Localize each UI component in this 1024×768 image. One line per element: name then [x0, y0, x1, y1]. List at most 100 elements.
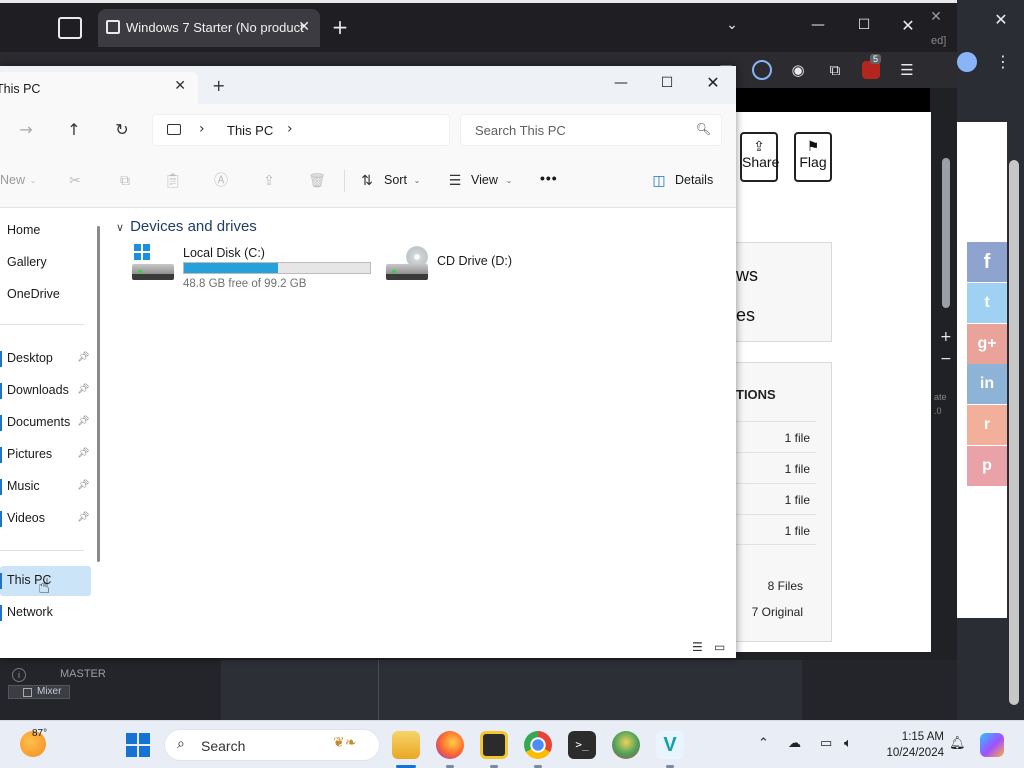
zoom-controls[interactable]: + −	[940, 326, 952, 370]
chevron-right-icon[interactable]: ›	[199, 121, 205, 137]
map-app-icon[interactable]	[612, 731, 640, 759]
firefox-icon[interactable]	[436, 731, 464, 759]
delete-icon[interactable]: 🗑︎	[308, 172, 326, 190]
terminal-icon[interactable]: >_	[568, 731, 596, 759]
info-icon[interactable]: i	[12, 668, 26, 682]
details-view-icon[interactable]: ☰	[692, 640, 703, 654]
file-row: 1 file	[736, 483, 816, 514]
nav-item-documents[interactable]: Documents 📌︎	[0, 408, 91, 438]
close-button[interactable]: ✕	[690, 69, 736, 97]
browser-maximize-button[interactable]: ☐	[852, 17, 876, 33]
facebook-share-icon[interactable]: f	[967, 242, 1007, 282]
outer-close-icon[interactable]: ✕	[928, 9, 944, 25]
flag-button[interactable]: ⚑ Flag	[794, 132, 832, 182]
tab-list-chevron-icon[interactable]: ⌄	[722, 17, 742, 33]
browser-tab[interactable]: Windows 7 Starter (No product ✕	[98, 9, 320, 47]
new-button[interactable]: New	[0, 173, 25, 187]
share-label: Share	[742, 154, 780, 170]
paste-icon[interactable]: 📋︎	[164, 172, 182, 190]
taskbar-search[interactable]: ⌕ Search ❦❧	[164, 729, 380, 761]
chevron-down-icon: ⌄	[29, 176, 37, 185]
nav-item-network[interactable]: Network	[0, 598, 91, 628]
chevron-down-icon[interactable]: ∨	[116, 221, 124, 234]
chrome-icon[interactable]	[524, 731, 552, 759]
search-input[interactable]	[475, 123, 685, 138]
pin-icon: 📌︎	[77, 512, 90, 523]
chevron-up-icon[interactable]: ⌃	[758, 736, 769, 751]
clock[interactable]: 1:15 AM 10/24/2024	[874, 729, 944, 761]
outer-partial-text: ed]	[931, 35, 947, 47]
google-plus-share-icon[interactable]: g+	[967, 324, 1007, 364]
right-app-close-icon[interactable]: ✕	[991, 10, 1011, 29]
trash-icon	[106, 20, 120, 34]
explorer-tab-title: This PC	[0, 82, 41, 96]
right-app-scrollbar[interactable]	[1009, 160, 1019, 705]
folder-icon	[0, 447, 2, 463]
cloud-icon[interactable]: ☁	[788, 736, 801, 751]
pinterest-share-icon[interactable]: p	[967, 446, 1007, 486]
share-button[interactable]: ⇪ Share	[740, 132, 780, 182]
nav-scrollbar[interactable]	[97, 226, 100, 562]
minimize-button[interactable]: —	[598, 69, 644, 97]
account-icon[interactable]: ◉	[788, 60, 808, 80]
drive-name: Local Disk (C:)	[183, 246, 265, 260]
tab-search-icon[interactable]	[58, 17, 82, 39]
address-bar[interactable]: › This PC ›	[152, 114, 450, 146]
display-icon[interactable]: ▭	[820, 736, 832, 751]
browser-close-button[interactable]: ✕	[896, 16, 920, 35]
close-tab-icon[interactable]: ✕	[174, 78, 186, 94]
linkedin-share-icon[interactable]: in	[967, 364, 1007, 404]
nav-item-desktop[interactable]: Desktop 📌︎	[0, 344, 91, 374]
maximize-button[interactable]: ☐	[644, 69, 690, 97]
file-explorer-icon[interactable]	[392, 731, 420, 759]
notification-bell-icon[interactable]: 🔔︎	[949, 736, 966, 751]
view-button[interactable]: View	[471, 173, 498, 187]
reddit-share-icon[interactable]: r	[967, 405, 1007, 445]
extension-blue-icon[interactable]	[752, 60, 772, 80]
search-box[interactable]: 🔍︎	[460, 114, 722, 146]
drive-item-d[interactable]: CD Drive (D:)	[384, 242, 564, 292]
new-tab-button[interactable]: +	[330, 15, 350, 39]
chevron-right-icon[interactable]: ›	[287, 121, 293, 137]
nav-item-videos[interactable]: Videos 📌︎	[0, 504, 91, 534]
scrollbar-thumb[interactable]	[942, 158, 950, 308]
media-app-icon[interactable]	[480, 731, 508, 759]
nav-item-music[interactable]: Music 📌︎	[0, 472, 91, 502]
close-tab-icon[interactable]: ✕	[298, 18, 310, 35]
copilot-icon[interactable]	[980, 733, 1004, 757]
group-header[interactable]: ∨ Devices and drives	[116, 218, 257, 235]
right-app-menu-icon[interactable]: ⋮	[995, 52, 1011, 71]
up-arrow-icon[interactable]: ↑	[64, 120, 84, 140]
nav-item-home[interactable]: Home	[0, 216, 91, 246]
cut-icon[interactable]: ✂	[66, 172, 84, 190]
browser-minimize-button[interactable]: —	[806, 17, 830, 33]
start-button[interactable]	[126, 733, 150, 757]
more-options-button[interactable]: •••	[540, 170, 558, 186]
twitter-share-icon[interactable]: t	[967, 283, 1007, 323]
breadcrumb[interactable]: This PC	[227, 123, 273, 138]
explorer-tab[interactable]: This PC ✕	[0, 72, 198, 104]
nav-item-downloads[interactable]: Downloads 📌︎	[0, 376, 91, 406]
nav-item-gallery[interactable]: Gallery	[0, 248, 91, 278]
details-button[interactable]: Details	[675, 173, 713, 187]
drive-free-space: 48.8 GB free of 99.2 GB	[183, 278, 307, 290]
right-app-avatar[interactable]	[957, 52, 977, 72]
pin-icon: 📌︎	[77, 384, 90, 395]
tiles-view-icon[interactable]: ▭	[714, 640, 725, 654]
mixer-tab[interactable]: Mixer	[8, 685, 70, 699]
volume-icon[interactable]: 🔈︎	[844, 736, 852, 751]
folder-icon	[0, 511, 2, 527]
forward-arrow-icon[interactable]: →	[16, 120, 36, 140]
new-tab-button[interactable]: +	[212, 76, 225, 95]
share-icon[interactable]: ⇪	[260, 172, 278, 190]
nav-item-pictures[interactable]: Pictures 📌︎	[0, 440, 91, 470]
nav-item-onedrive[interactable]: OneDrive	[0, 280, 91, 310]
menu-icon[interactable]: ☰	[897, 60, 917, 80]
sort-button[interactable]: Sort	[384, 173, 407, 187]
rename-icon[interactable]: Ⓐ	[212, 172, 230, 190]
extensions-icon[interactable]: ⧉	[825, 60, 845, 80]
v-app-icon[interactable]: V	[656, 731, 684, 759]
file-explorer-window: This PC ✕ + — ☐ ✕ → ↑ ↻ › This PC › 🔍︎ N…	[0, 66, 736, 658]
copy-icon[interactable]: ⧉	[116, 172, 134, 190]
refresh-icon[interactable]: ↻	[112, 120, 132, 140]
